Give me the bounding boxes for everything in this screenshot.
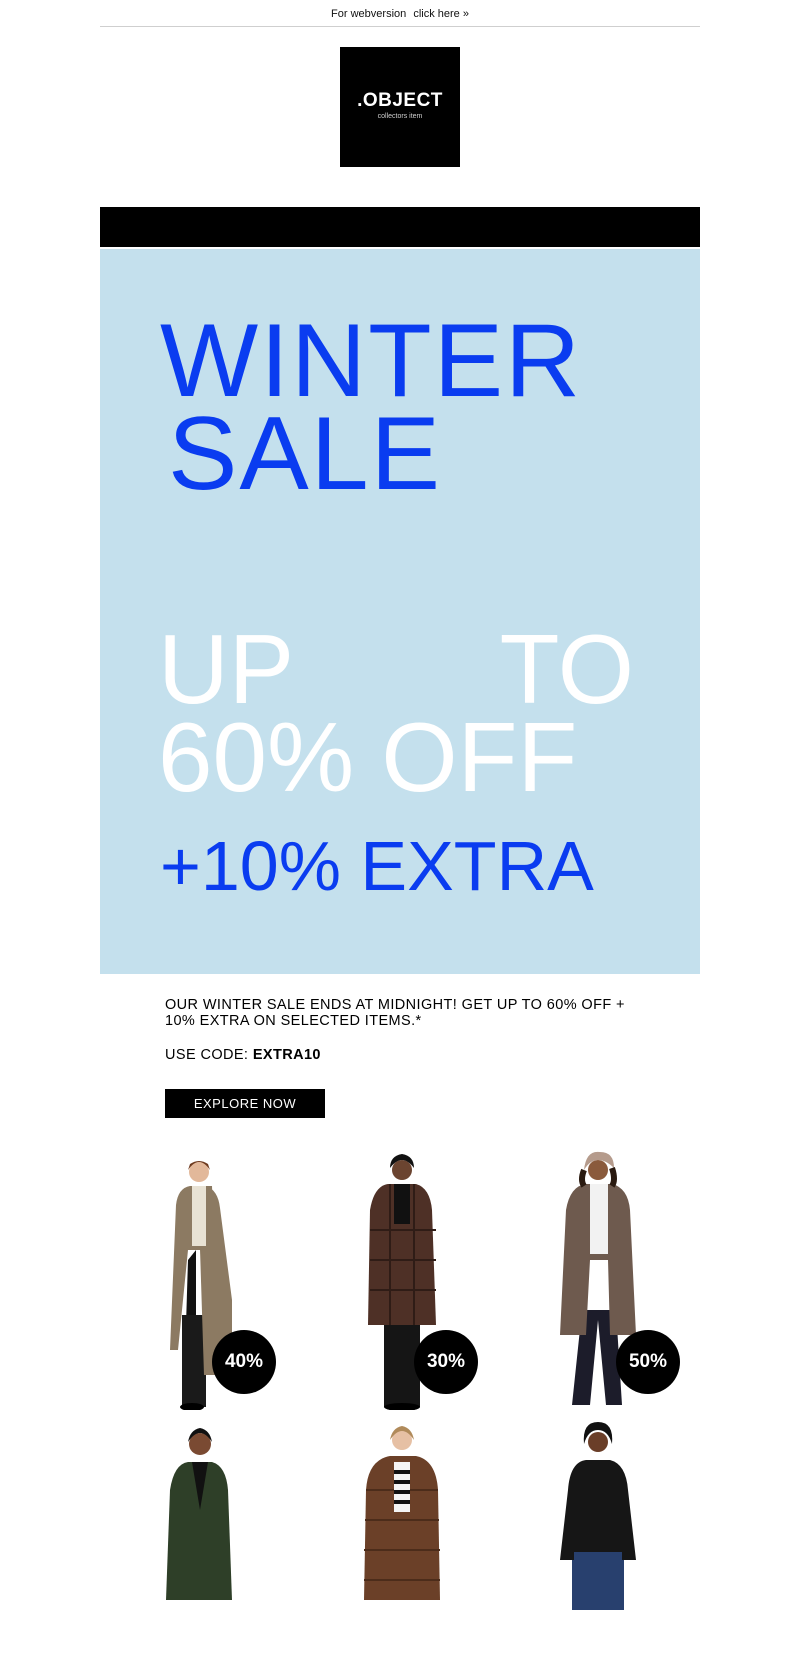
product-card[interactable]: 50% (550, 1150, 740, 1410)
discount-badge: 40% (212, 1330, 276, 1394)
offer-up: UP (158, 614, 295, 724)
promo-code: USE CODE: EXTRA10 (165, 1047, 321, 1063)
logo-tagline: collectors item (377, 113, 423, 120)
hero-title: WINTER SALE (160, 303, 583, 512)
product-card[interactable] (550, 1420, 740, 1680)
hero-extra: +10% EXTRA (160, 827, 594, 905)
sale-description: OUR WINTER SALE ENDS AT MIDNIGHT! GET UP… (165, 997, 625, 1029)
discount-badge: 50% (616, 1330, 680, 1394)
promo-code-value: EXTRA10 (252, 1047, 321, 1063)
webversion-link[interactable]: click here » (413, 8, 469, 20)
hero-title-line1: WINTER (160, 303, 583, 419)
product-card[interactable] (148, 1420, 338, 1680)
product-image (166, 1428, 232, 1600)
webversion-text: For webversion (331, 8, 407, 20)
explore-now-button[interactable]: EXPLORE NOW (165, 1089, 325, 1118)
offer-to: TO (499, 614, 634, 724)
product-image (364, 1426, 440, 1600)
hero-title-line2: SALE (168, 396, 442, 512)
hero-offer: UP TO 60% OFF (158, 614, 634, 812)
brand-logo[interactable]: .OBJECT collectors item (340, 47, 460, 167)
discount-badge: 30% (414, 1330, 478, 1394)
webversion-bar: For webversion click here » (0, 0, 800, 26)
logo-wordmark: .OBJECT (357, 90, 443, 111)
black-banner-bar (100, 207, 700, 247)
hero-banner[interactable]: WINTER SALE UP TO 60% OFF +10% EXTRA (100, 249, 700, 974)
product-card[interactable] (350, 1420, 540, 1680)
offer-percent: 60% OFF (158, 702, 578, 812)
product-card[interactable]: 40% (148, 1150, 338, 1410)
promo-code-label: USE CODE: (165, 1047, 249, 1063)
product-image (560, 1422, 636, 1610)
offer-row: UP TO (158, 614, 634, 724)
product-card[interactable]: 30% (350, 1150, 540, 1410)
header-divider (100, 26, 700, 27)
